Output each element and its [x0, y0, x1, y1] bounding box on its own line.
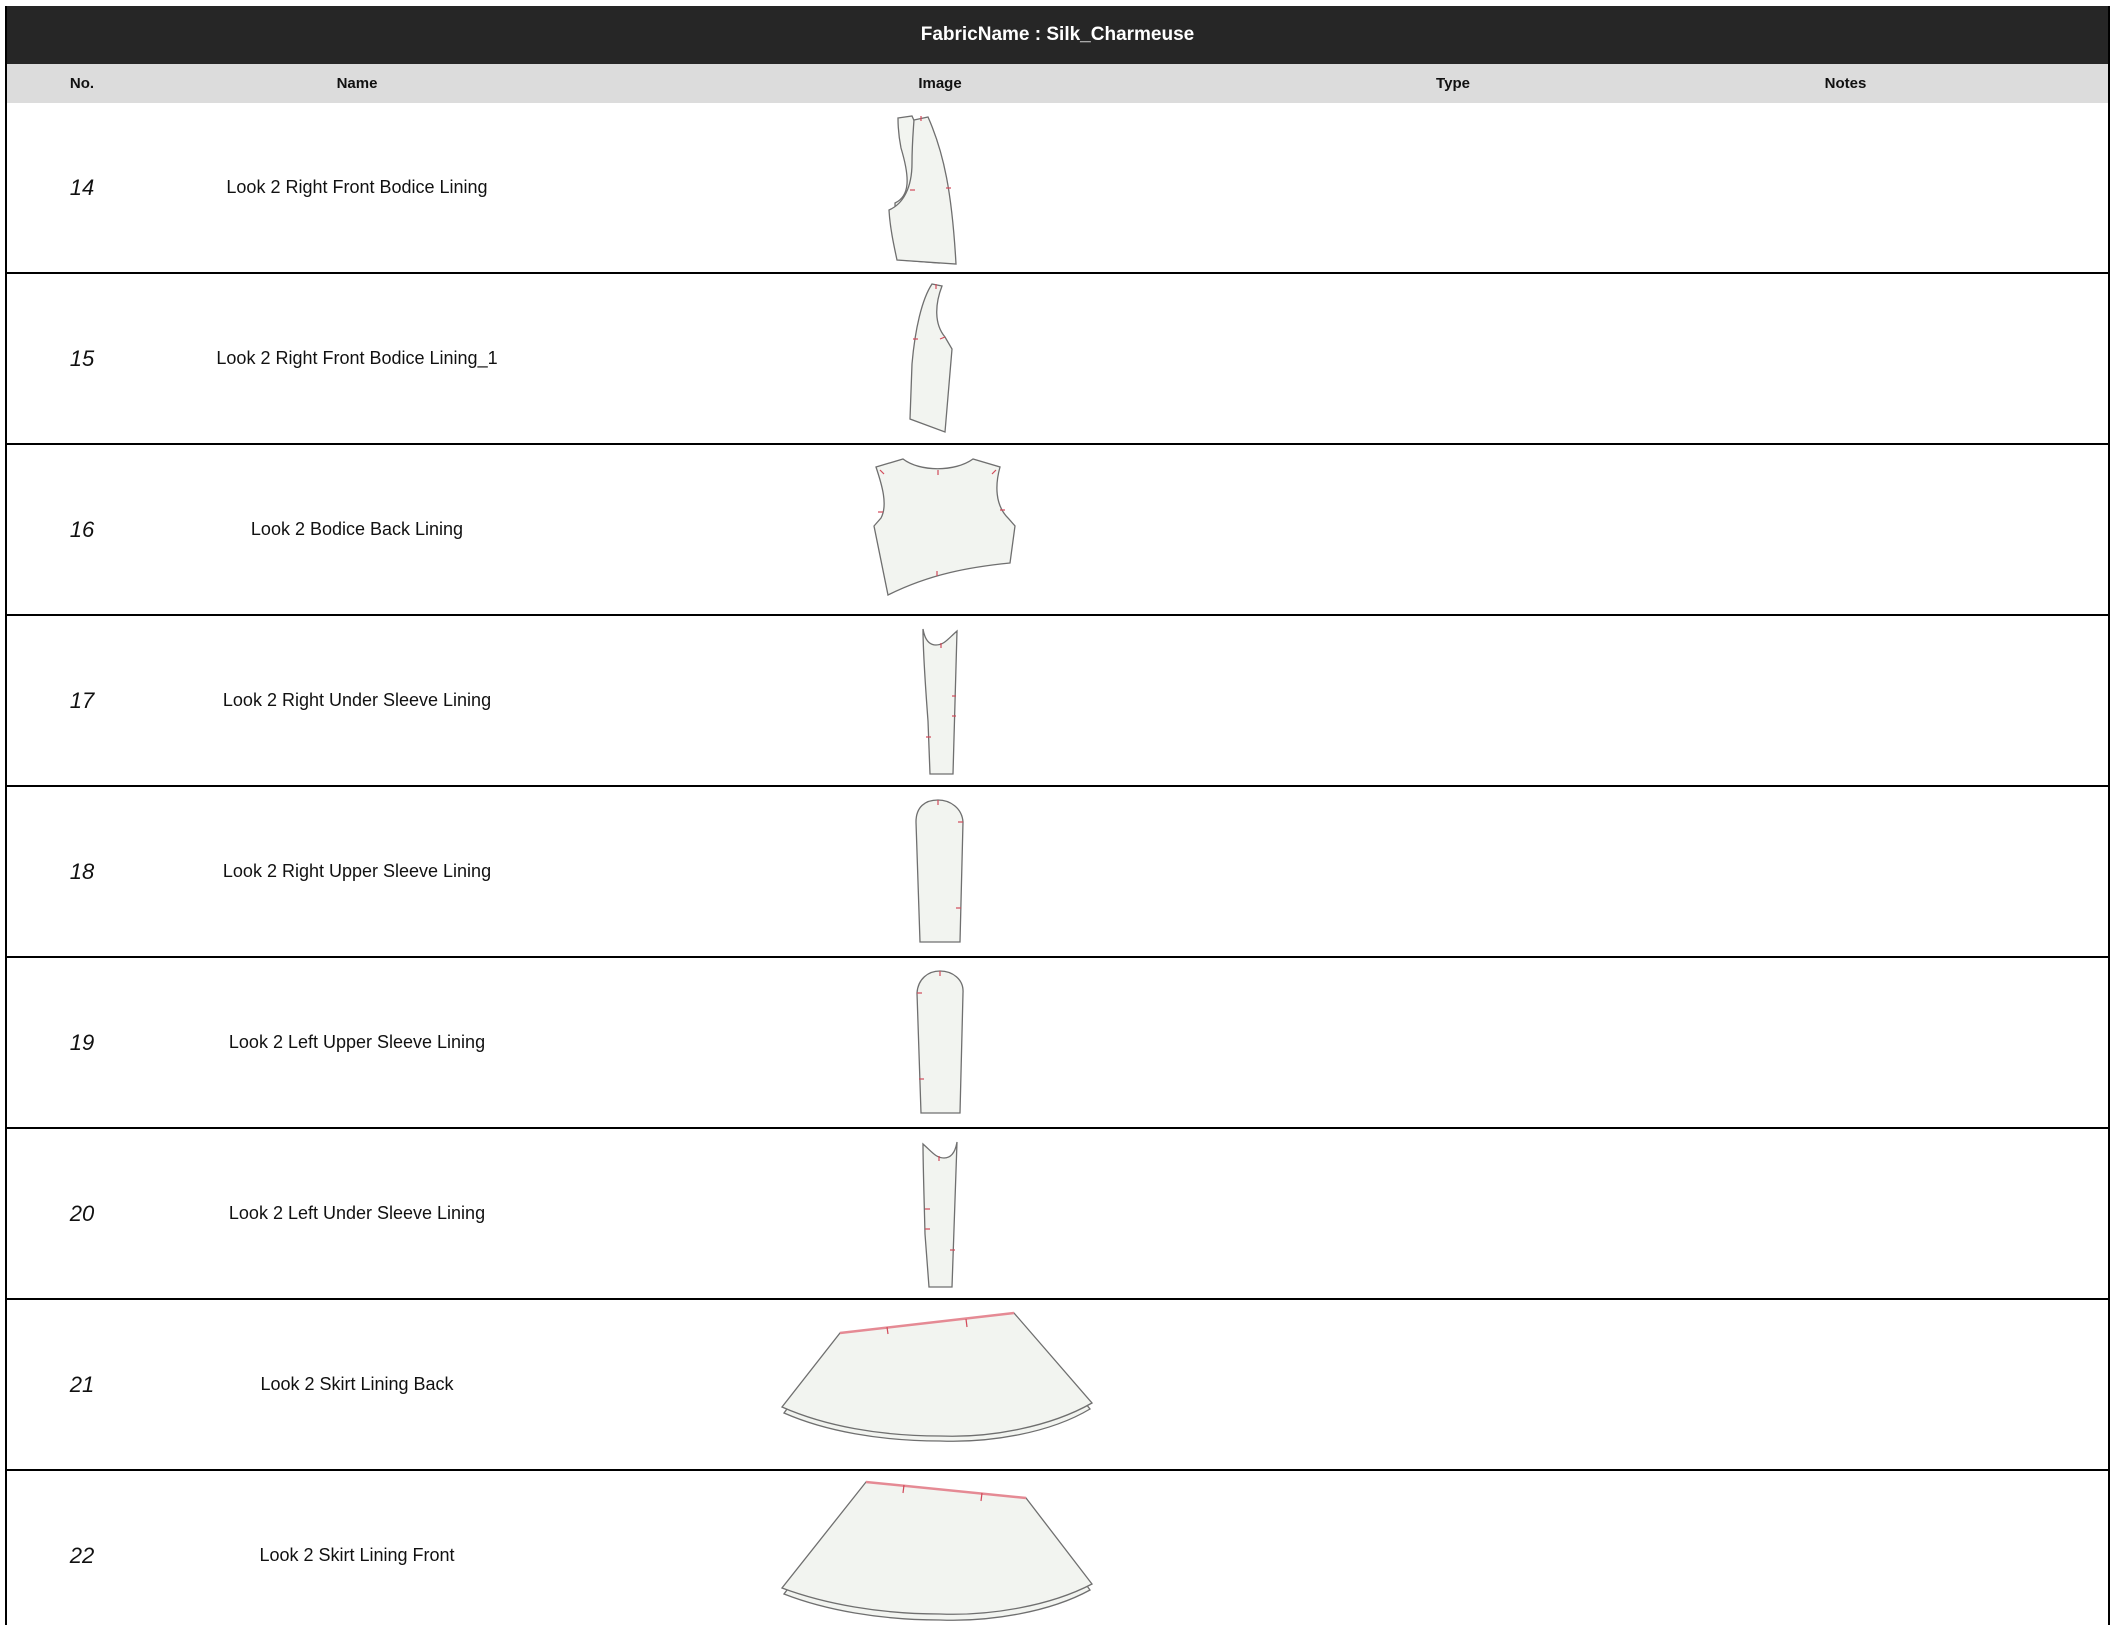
under-sleeve-piece-icon [922, 1141, 958, 1288]
piece-notes [1583, 445, 2108, 614]
piece-type [1323, 787, 1583, 956]
piece-image-cell [557, 1129, 1323, 1298]
upper-sleeve-piece-icon [916, 969, 964, 1114]
piece-name: Look 2 Bodice Back Lining [250, 519, 464, 539]
piece-notes [1583, 274, 2108, 443]
piece-type [1323, 958, 1583, 1127]
table-row: 17 Look 2 Right Under Sleeve Lining [7, 616, 2108, 787]
piece-name: Look 2 Left Upper Sleeve Lining [228, 1032, 486, 1052]
piece-notes [1583, 103, 2108, 272]
row-number: 20 [69, 1200, 95, 1226]
piece-name: Look 2 Right Front Bodice Lining [226, 177, 488, 197]
table-row: 20 Look 2 Left Under Sleeve Lining [7, 1129, 2108, 1300]
piece-notes [1583, 1300, 2108, 1469]
piece-name: Look 2 Right Upper Sleeve Lining [222, 861, 492, 881]
fabric-title-text: FabricName : Silk_Charmeuse [920, 24, 1195, 45]
row-number: 17 [69, 687, 95, 713]
piece-image-cell [557, 103, 1323, 272]
piece-image-cell [557, 274, 1323, 443]
piece-image-cell [557, 958, 1323, 1127]
skirt-piece-icon [780, 1480, 1093, 1621]
piece-name: Look 2 Skirt Lining Back [260, 1374, 454, 1394]
column-header-name: Name [336, 75, 378, 92]
skirt-piece-icon [780, 1311, 1094, 1442]
under-sleeve-piece-icon [922, 628, 958, 775]
table-body: 14 Look 2 Right Front Bodice Lining 15 L… [7, 103, 2108, 1640]
piece-type [1323, 274, 1583, 443]
table-row: 15 Look 2 Right Front Bodice Lining_1 [7, 274, 2108, 445]
piece-type [1323, 1471, 1583, 1640]
table-header-row: No. Name Image Type Notes [7, 64, 2108, 103]
pattern-table: FabricName : Silk_Charmeuse No. Name Ima… [5, 6, 2110, 1625]
table-row: 18 Look 2 Right Upper Sleeve Lining [7, 787, 2108, 958]
bodice-back-piece-icon [873, 457, 1016, 596]
column-header-image: Image [918, 75, 962, 92]
bodice-front-piece-icon [888, 114, 957, 265]
piece-image-cell [557, 787, 1323, 956]
piece-type [1323, 616, 1583, 785]
piece-notes [1583, 787, 2108, 956]
piece-name: Look 2 Right Front Bodice Lining_1 [216, 348, 498, 368]
row-number: 21 [69, 1371, 95, 1397]
column-header-no: No. [69, 75, 95, 92]
table-row: 14 Look 2 Right Front Bodice Lining [7, 103, 2108, 274]
piece-notes [1583, 1471, 2108, 1640]
piece-image-cell [557, 445, 1323, 614]
piece-notes [1583, 1129, 2108, 1298]
row-number: 16 [69, 516, 95, 542]
column-header-type: Type [1436, 75, 1470, 92]
row-number: 19 [69, 1029, 95, 1055]
piece-image-cell [557, 1471, 1323, 1640]
piece-type [1323, 1129, 1583, 1298]
fabric-title: FabricName : Silk_Charmeuse [7, 6, 2108, 64]
table-row: 22 Look 2 Skirt Lining Front [7, 1471, 2108, 1640]
piece-type [1323, 1300, 1583, 1469]
upper-sleeve-piece-icon [915, 798, 964, 943]
piece-notes [1583, 616, 2108, 785]
table-row: 19 Look 2 Left Upper Sleeve Lining [7, 958, 2108, 1129]
column-header-notes: Notes [1824, 75, 1867, 92]
piece-image-cell [557, 1300, 1323, 1469]
row-number: 22 [69, 1542, 95, 1568]
piece-type [1323, 445, 1583, 614]
piece-name: Look 2 Right Under Sleeve Lining [222, 690, 492, 710]
table-row: 21 Look 2 Skirt Lining Back [7, 1300, 2108, 1471]
piece-name: Look 2 Left Under Sleeve Lining [228, 1203, 486, 1223]
piece-type [1323, 103, 1583, 272]
row-number: 15 [69, 345, 95, 371]
piece-notes [1583, 958, 2108, 1127]
row-number: 14 [69, 174, 95, 200]
table-row: 16 Look 2 Bodice Back Lining [7, 445, 2108, 616]
piece-image-cell [557, 616, 1323, 785]
bodice-front-narrow-piece-icon [909, 282, 953, 433]
piece-name: Look 2 Skirt Lining Front [259, 1545, 455, 1565]
row-number: 18 [69, 858, 95, 884]
